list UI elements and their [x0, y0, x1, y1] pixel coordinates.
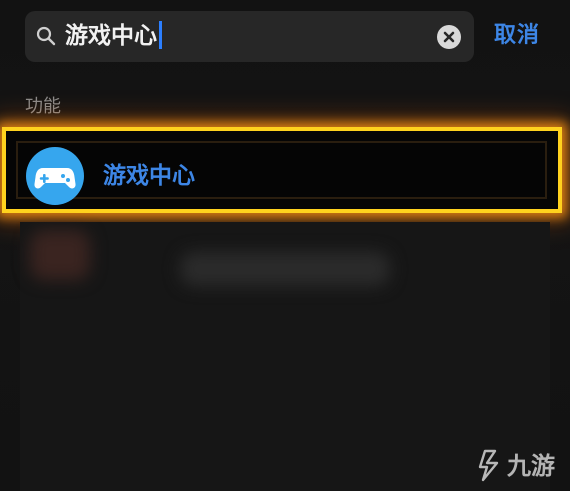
- watermark-text: 九游: [507, 452, 555, 480]
- search-query: 游戏中心: [65, 23, 157, 49]
- blurred-avatar: [30, 230, 90, 280]
- cancel-button[interactable]: 取消: [494, 21, 540, 51]
- result-row-inner: [16, 141, 547, 199]
- text-cursor: [159, 20, 162, 49]
- result-label: 游戏中心: [103, 163, 195, 189]
- section-title: 功能: [25, 96, 61, 117]
- search-bar[interactable]: 游戏中心: [25, 11, 474, 62]
- blurred-content: [20, 222, 550, 491]
- search-icon: [36, 26, 56, 46]
- close-icon: [443, 31, 455, 43]
- search-result-item[interactable]: 游戏中心: [2, 127, 562, 213]
- clear-search-button[interactable]: [437, 25, 461, 49]
- gamepad-icon: [26, 147, 84, 205]
- search-screen: 游戏中心 取消 功能 游戏中心 九游: [0, 0, 570, 491]
- jiuyou-logo-icon: [477, 448, 503, 482]
- blurred-text: [180, 252, 390, 286]
- search-input[interactable]: 游戏中心: [65, 20, 162, 52]
- watermark: 九游: [477, 448, 567, 486]
